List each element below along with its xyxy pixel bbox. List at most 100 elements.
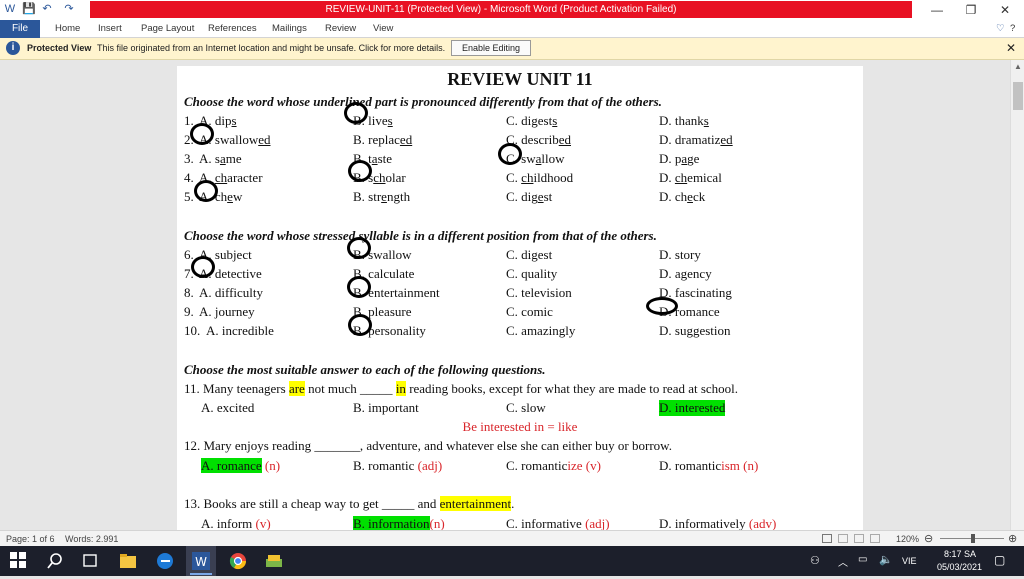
svg-text:W: W: [195, 555, 207, 569]
option-c: C. quality: [506, 266, 558, 281]
close-button[interactable]: ✕: [988, 0, 1022, 20]
question-number: 9.: [184, 304, 194, 319]
answer-circle: [190, 123, 214, 145]
tab-file[interactable]: File: [0, 20, 40, 38]
tab-review[interactable]: Review: [325, 20, 356, 38]
option-d: D. romanticism (n): [659, 458, 759, 473]
option-c: C. childhood: [506, 170, 574, 185]
zoom-out-icon[interactable]: ⊖: [924, 532, 933, 545]
answer-circle: [347, 276, 371, 298]
answer-circle: [646, 297, 678, 315]
info-icon: i: [6, 41, 20, 55]
tab-home[interactable]: Home: [55, 20, 80, 38]
option-b: B. important: [353, 400, 419, 415]
redo-icon[interactable]: ↷: [62, 2, 76, 16]
option-d: D. suggestion: [659, 323, 731, 338]
zoom-slider-handle[interactable]: [971, 534, 975, 543]
option-d: D. thanks: [659, 113, 709, 128]
scroll-up-icon[interactable]: ▲: [1011, 62, 1024, 74]
zoom-in-icon[interactable]: ⊕: [1008, 532, 1017, 545]
page-count[interactable]: Page: 1 of 6: [6, 534, 55, 544]
protected-view-message[interactable]: This file originated from an Internet lo…: [97, 43, 445, 53]
file-explorer-icon[interactable]: [118, 551, 138, 571]
answer-circle: [194, 180, 218, 202]
answer-note: Be interested in = like: [462, 419, 578, 434]
clock-time[interactable]: 8:17 SA: [944, 549, 976, 559]
answer-circle: [348, 160, 372, 182]
option-d: D. page: [659, 151, 700, 166]
help-icon[interactable]: ?: [1010, 20, 1015, 38]
option-c: C. digests: [506, 113, 558, 128]
close-icon[interactable]: ✕: [1006, 41, 1016, 55]
option-a: A. same: [199, 151, 242, 166]
option-c: C. amazingly: [506, 323, 576, 338]
volume-icon[interactable]: 🔈: [879, 553, 893, 566]
tab-page-layout[interactable]: Page Layout: [141, 20, 194, 38]
section1-instruction: Choose the word whose underlined part is…: [184, 94, 662, 109]
option-d: D. chemical: [659, 170, 722, 185]
option-d: D. dramatized: [659, 132, 733, 147]
vertical-scrollbar[interactable]: ▲: [1010, 60, 1024, 530]
question-13-text: 13. Books are still a cheap way to get _…: [184, 496, 515, 511]
task-view-icon[interactable]: [80, 551, 100, 571]
question-11-text: 11. Many teenagers are not much _____ in…: [184, 381, 739, 396]
word-taskbar-icon[interactable]: W: [186, 546, 216, 576]
option-a: A. difficulty: [199, 285, 264, 300]
title-bar: W 💾 ↶ ↷ REVIEW-UNIT-11 (Protected View) …: [0, 0, 1024, 20]
option-a: A. excited: [201, 400, 255, 415]
chrome-icon[interactable]: [228, 551, 248, 571]
option-c: C. romanticize (v): [506, 458, 601, 473]
edge-icon[interactable]: [155, 551, 175, 571]
word-count[interactable]: Words: 2.991: [65, 534, 118, 544]
status-bar: Page: 1 of 6 Words: 2.991 120% ⊖ ⊕: [0, 530, 1024, 546]
question-number: 4.: [184, 170, 194, 185]
question-number: 5.: [184, 189, 194, 204]
language-indicator[interactable]: VIE: [902, 556, 917, 566]
people-icon[interactable]: ⚇: [810, 554, 820, 567]
tab-mailings[interactable]: Mailings: [272, 20, 307, 38]
full-screen-icon[interactable]: [838, 534, 848, 543]
print-layout-icon[interactable]: [822, 534, 832, 543]
option-b: B. strength: [353, 189, 411, 204]
notifications-icon[interactable]: ▢: [994, 553, 1005, 567]
word-app-icon: W: [4, 3, 16, 15]
document-page: REVIEW UNIT 11 Choose the word whose und…: [177, 66, 863, 530]
question-number: 10.: [184, 323, 201, 338]
option-c: C. digest: [506, 247, 553, 262]
clock-date[interactable]: 05/03/2021: [937, 562, 982, 572]
heart-icon[interactable]: ♡: [996, 20, 1005, 38]
protected-view-label: Protected View: [27, 43, 92, 53]
tab-references[interactable]: References: [208, 20, 257, 38]
web-layout-icon[interactable]: [854, 534, 864, 543]
question-12-text: 12. Mary enjoys reading _______, adventu…: [184, 438, 672, 453]
section3-instruction: Choose the most suitable answer to each …: [184, 362, 546, 377]
undo-icon[interactable]: ↶: [40, 2, 54, 16]
search-icon[interactable]: [45, 551, 65, 571]
option-b: B. romantic (adj): [353, 458, 443, 473]
scroll-thumb[interactable]: [1013, 82, 1023, 110]
tab-insert[interactable]: Insert: [98, 20, 122, 38]
tray-chevron-icon[interactable]: ︿: [838, 554, 848, 569]
option-d: D. informatively (adv): [659, 516, 777, 530]
option-a: A. incredible: [206, 323, 274, 338]
network-icon[interactable]: ▭: [858, 554, 867, 565]
option-c: C. informative (adj): [506, 516, 610, 530]
outline-icon[interactable]: [870, 534, 880, 543]
option-b: B. information(n): [353, 516, 445, 530]
option-d: D. agency: [659, 266, 712, 281]
option-c: C. television: [506, 285, 572, 300]
enable-editing-button[interactable]: Enable Editing: [451, 40, 531, 56]
maximize-button[interactable]: ❐: [954, 0, 988, 20]
question-number: 3.: [184, 151, 194, 166]
answer-circle: [191, 256, 215, 278]
app-stack-icon[interactable]: [264, 551, 284, 571]
minimize-button[interactable]: —: [920, 0, 954, 20]
question-number: 8.: [184, 285, 194, 300]
taskbar: W ⚇ ︿ ▭ 🔈 VIE 8:17 SA 05/03/2021 ▢: [0, 546, 1024, 576]
zoom-level[interactable]: 120%: [896, 534, 919, 544]
start-icon[interactable]: [9, 551, 29, 571]
option-d-answer: D. interested: [659, 400, 726, 416]
save-icon[interactable]: 💾: [22, 2, 36, 16]
option-d: D. story: [659, 247, 701, 262]
tab-view[interactable]: View: [373, 20, 393, 38]
